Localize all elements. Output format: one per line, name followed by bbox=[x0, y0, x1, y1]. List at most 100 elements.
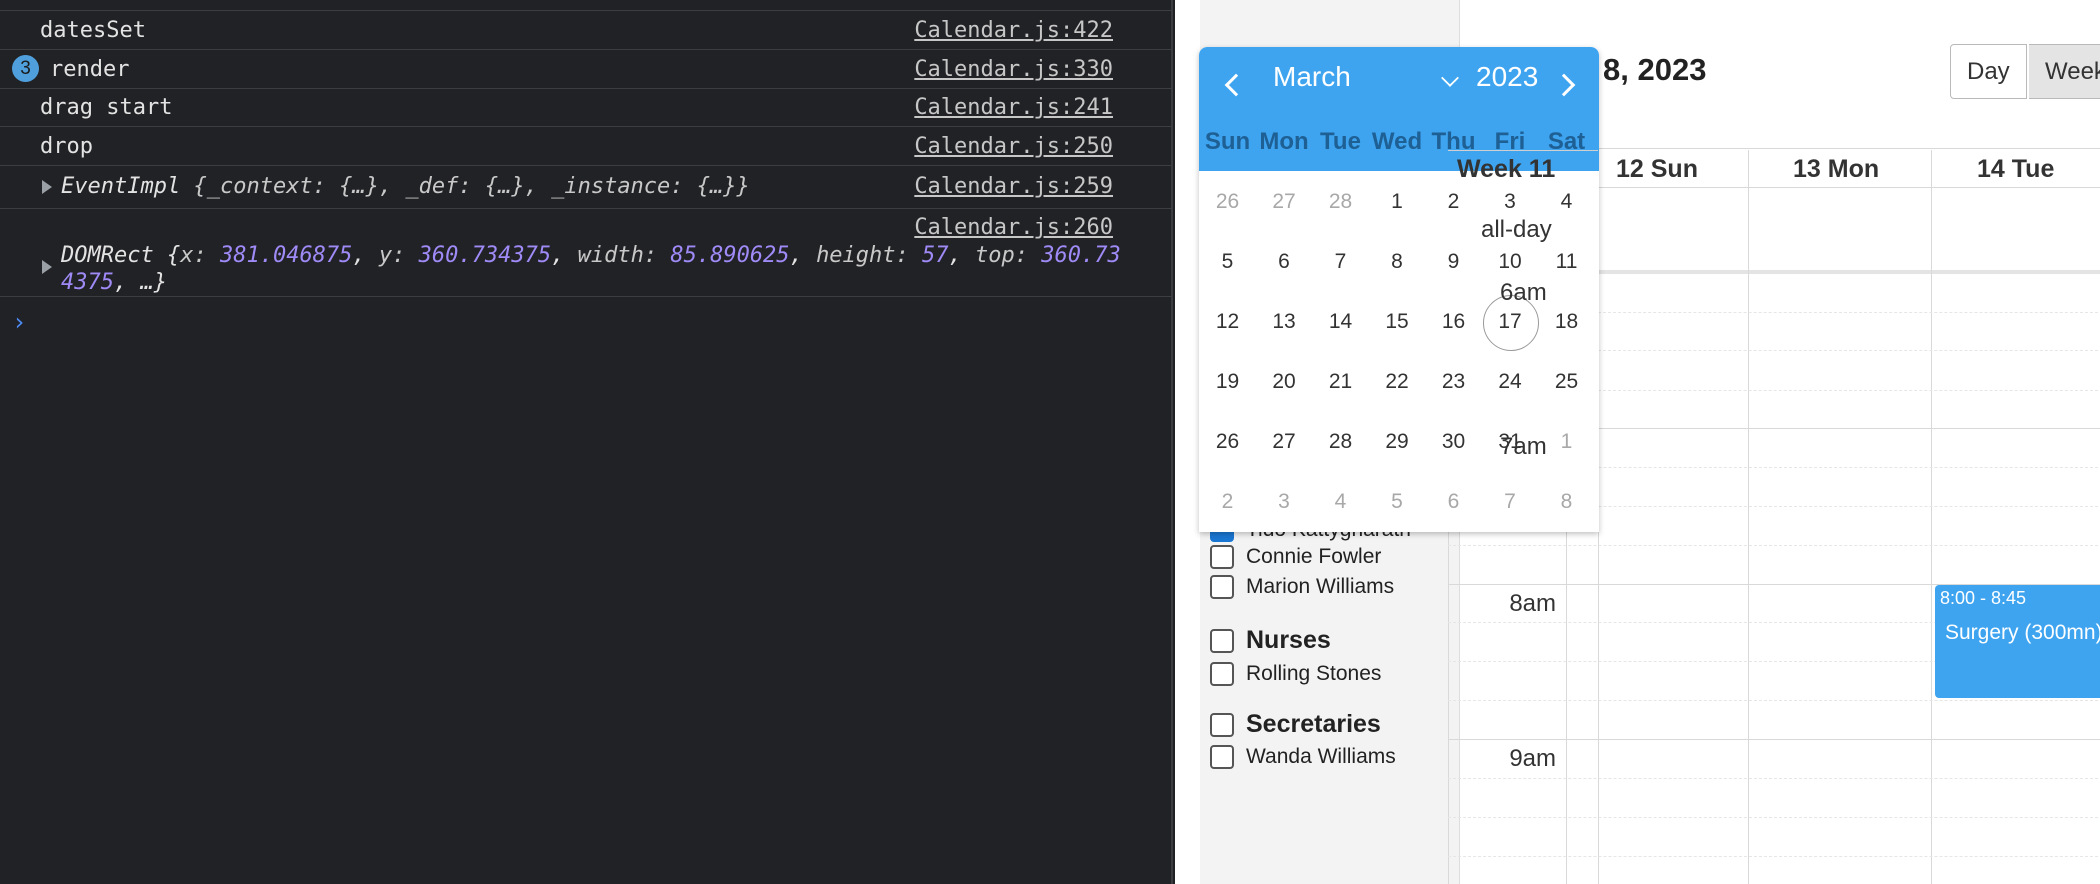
resource-item[interactable]: Marion Williams bbox=[1210, 575, 1394, 599]
week-view-button[interactable]: Week bbox=[2029, 44, 2100, 99]
picker-day[interactable]: 1 bbox=[1369, 190, 1426, 214]
checkbox[interactable] bbox=[1210, 745, 1234, 769]
picker-day[interactable]: 25 bbox=[1538, 370, 1595, 394]
picker-day[interactable]: 20 bbox=[1256, 370, 1313, 394]
picker-day[interactable]: 3 bbox=[1482, 190, 1539, 214]
resource-label: Wanda Williams bbox=[1246, 745, 1396, 768]
column-header[interactable]: 13 Mon bbox=[1793, 155, 1879, 184]
checkbox[interactable] bbox=[1210, 628, 1234, 653]
object-class-name: EventImpl bbox=[61, 174, 181, 199]
picker-day[interactable]: 8 bbox=[1369, 250, 1426, 274]
picker-day[interactable]: 6 bbox=[1425, 490, 1482, 514]
checkbox[interactable] bbox=[1210, 712, 1234, 737]
event-title: Surgery (300mn) bbox=[1945, 621, 2100, 644]
picker-day[interactable]: 18 bbox=[1538, 310, 1595, 334]
picker-day[interactable]: 11 bbox=[1538, 250, 1595, 274]
picker-day[interactable]: 15 bbox=[1369, 310, 1426, 334]
picker-day[interactable]: 16 bbox=[1425, 310, 1482, 334]
picker-year[interactable]: 2023 bbox=[1476, 61, 1538, 93]
picker-day[interactable]: 27 bbox=[1256, 430, 1313, 454]
source-link[interactable]: Calendar.js:260 bbox=[914, 215, 1113, 240]
picker-day[interactable]: 29 bbox=[1369, 430, 1426, 454]
picker-day[interactable]: 22 bbox=[1369, 370, 1426, 394]
picker-day[interactable]: 27 bbox=[1256, 190, 1313, 214]
picker-day[interactable]: 19 bbox=[1199, 370, 1256, 394]
picker-day[interactable]: 4 bbox=[1538, 190, 1595, 214]
weekday-label-mon: Mon bbox=[1259, 128, 1309, 155]
console-row: drag start Calendar.js:241 bbox=[0, 89, 1171, 127]
source-link[interactable]: Calendar.js:330 bbox=[914, 57, 1113, 82]
calendar-title: 8, 2023 bbox=[1603, 52, 1707, 87]
picker-day[interactable]: 5 bbox=[1199, 250, 1256, 274]
weekday-label-fri: Fri bbox=[1494, 128, 1526, 155]
picker-day[interactable]: 7 bbox=[1312, 250, 1369, 274]
hour-line bbox=[1448, 739, 2100, 740]
domrect-height: 57 bbox=[922, 243, 949, 268]
weekday-label-wed: Wed bbox=[1371, 128, 1423, 155]
resource-group[interactable]: Nurses bbox=[1210, 626, 1331, 655]
console-row-cut bbox=[0, 0, 1171, 11]
picker-day[interactable]: 23 bbox=[1425, 370, 1482, 394]
source-link[interactable]: Calendar.js:241 bbox=[914, 95, 1113, 120]
source-link[interactable]: Calendar.js:259 bbox=[914, 174, 1113, 199]
picker-day[interactable]: 2 bbox=[1425, 190, 1482, 214]
column-header[interactable]: 12 Sun bbox=[1616, 155, 1698, 184]
picker-day[interactable]: 17 bbox=[1482, 295, 1539, 351]
picker-day[interactable]: 13 bbox=[1256, 310, 1313, 334]
picker-day[interactable]: 5 bbox=[1369, 490, 1426, 514]
domrect-preview[interactable]: DOMRect {x: 381.046875, y: 360.734375, w… bbox=[61, 242, 1121, 296]
resource-item[interactable]: Connie Fowler bbox=[1210, 545, 1381, 569]
console-row: datesSet Calendar.js:422 bbox=[0, 11, 1171, 50]
weekday-label-sat: Sat bbox=[1547, 128, 1586, 155]
checkbox[interactable] bbox=[1210, 545, 1234, 569]
event-time: 8:00 - 8:45 bbox=[1940, 588, 2027, 608]
quarter-line bbox=[1448, 778, 2100, 779]
domrect-top: 360.73 bbox=[1041, 243, 1121, 268]
checkbox[interactable] bbox=[1210, 662, 1234, 686]
devtools-console: datesSet Calendar.js:422 3 render Calend… bbox=[0, 0, 1173, 884]
console-prompt[interactable]: › bbox=[12, 308, 26, 336]
calendar-event[interactable]: 8:00 - 8:45 Surgery (300mn) bbox=[1935, 585, 2100, 698]
picker-day[interactable]: 3 bbox=[1256, 490, 1313, 514]
domrect-top-wrap: 4375 bbox=[61, 270, 114, 295]
picker-day[interactable]: 12 bbox=[1199, 310, 1256, 334]
picker-day[interactable]: 21 bbox=[1312, 370, 1369, 394]
picker-day[interactable]: 14 bbox=[1312, 310, 1369, 334]
picker-day[interactable]: 10 bbox=[1482, 250, 1539, 274]
picker-day[interactable]: 8 bbox=[1538, 490, 1595, 514]
calendar-app: 8, 2023 Day Week Tido Kattygnarath Conni… bbox=[1175, 0, 2100, 884]
picker-month[interactable]: March bbox=[1273, 61, 1351, 93]
console-row-domrect[interactable]: Calendar.js:260 DOMRect {x: 381.046875, … bbox=[0, 209, 1171, 297]
console-message: datesSet bbox=[40, 18, 146, 43]
checkbox[interactable] bbox=[1210, 575, 1234, 599]
resource-item[interactable]: Wanda Williams bbox=[1210, 745, 1396, 769]
picker-day[interactable]: 7 bbox=[1482, 490, 1539, 514]
picker-day[interactable]: 30 bbox=[1425, 430, 1482, 454]
picker-day[interactable]: 2 bbox=[1199, 490, 1256, 514]
console-message: render bbox=[50, 57, 130, 82]
source-link[interactable]: Calendar.js:422 bbox=[914, 18, 1113, 43]
picker-day[interactable]: 24 bbox=[1482, 370, 1539, 394]
picker-day[interactable]: 4 bbox=[1312, 490, 1369, 514]
day-view-button[interactable]: Day bbox=[1950, 44, 2027, 99]
picker-day[interactable]: 28 bbox=[1312, 430, 1369, 454]
picker-day[interactable]: 6 bbox=[1256, 250, 1313, 274]
picker-day[interactable]: 28 bbox=[1312, 190, 1369, 214]
time-label: 9am bbox=[1509, 745, 1556, 772]
column-header[interactable]: 14 Tue bbox=[1977, 155, 2054, 184]
picker-day[interactable]: 26 bbox=[1199, 190, 1256, 214]
picker-day[interactable]: 9 bbox=[1425, 250, 1482, 274]
console-row: 3 render Calendar.js:330 bbox=[0, 50, 1171, 89]
source-link[interactable]: Calendar.js:250 bbox=[914, 134, 1113, 159]
picker-day[interactable]: 26 bbox=[1199, 430, 1256, 454]
week-number-label: Week 11 bbox=[1457, 155, 1556, 183]
quarter-line bbox=[1448, 700, 2100, 701]
object-properties: {_context: {…}, _def: {…}, _instance: {…… bbox=[193, 174, 750, 199]
resource-item[interactable]: Rolling Stones bbox=[1210, 662, 1381, 686]
resource-group[interactable]: Secretaries bbox=[1210, 710, 1381, 739]
expand-triangle-icon[interactable] bbox=[42, 260, 52, 274]
console-row-eventimpl[interactable]: EventImpl {_context: {…}, _def: {…}, _in… bbox=[0, 166, 1171, 209]
repeat-count-badge: 3 bbox=[12, 55, 39, 82]
object-preview[interactable]: EventImpl {_context: {…}, _def: {…}, _in… bbox=[61, 174, 750, 199]
expand-triangle-icon[interactable] bbox=[42, 180, 52, 194]
